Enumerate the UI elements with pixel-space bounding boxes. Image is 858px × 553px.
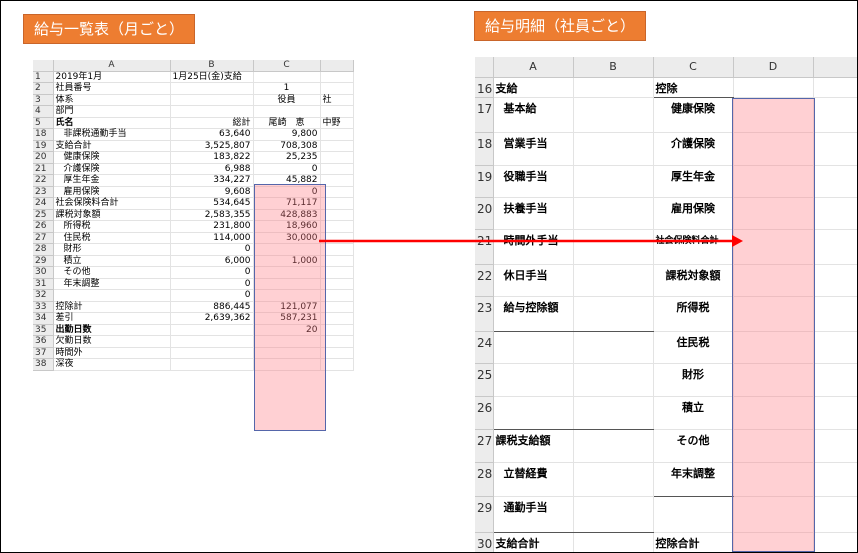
arrow-icon xyxy=(319,235,743,247)
screenshot-frame: 給与一覧表（月ごと） 給与明細（社員ごと） A B C 1 2019年1月 1月25… xyxy=(0,0,858,553)
